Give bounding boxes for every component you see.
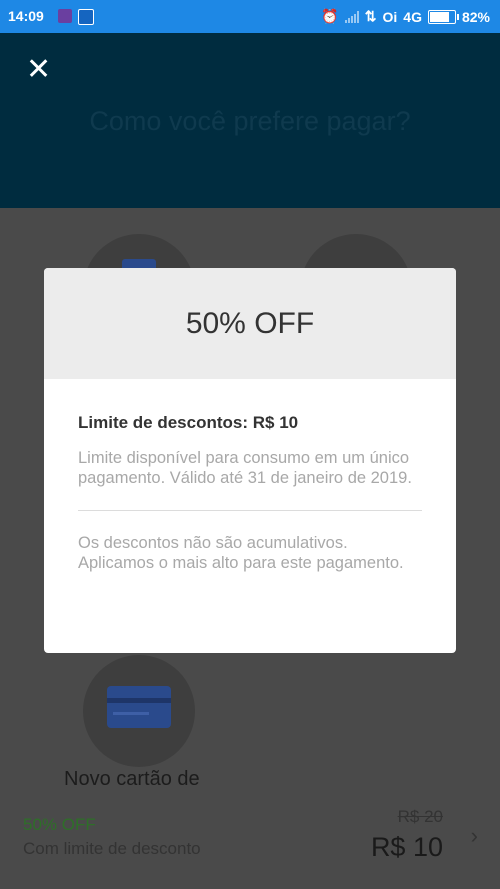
- clock: 14:09: [8, 8, 44, 24]
- modal-title: 50% OFF: [185, 306, 315, 340]
- alarm-icon: ⏰: [321, 8, 339, 24]
- new-card-label: Novo cartão de: [64, 768, 200, 790]
- discount-limit-title: Limite de descontos: R$ 10: [78, 413, 299, 432]
- divider: [78, 510, 422, 511]
- network-type: 4G: [403, 8, 422, 25]
- discount-label: 50% OFF: [23, 815, 96, 834]
- modal-header: 50% OFF: [44, 268, 456, 379]
- message-notification-icon: [78, 9, 94, 25]
- battery-icon: [427, 9, 459, 24]
- close-icon[interactable]: ✕: [26, 55, 51, 85]
- credit-card-icon: [107, 686, 171, 728]
- page-title: Como você prefere pagar?: [89, 106, 411, 136]
- modal-body: Limite de descontos: R$ 10 Limite dispon…: [44, 379, 456, 573]
- discount-limit-description: Limite disponível para consumo em um úni…: [78, 449, 412, 487]
- old-price: R$ 20: [397, 807, 443, 826]
- data-transfer-icon: ⇅: [364, 8, 377, 24]
- battery-percent: 82%: [461, 8, 490, 25]
- status-bar: 14:09 ⏰ ⇅ Oi 4G 82%: [0, 0, 500, 33]
- signal-icon: [344, 10, 359, 23]
- page-header: ✕ Como você prefere pagar?: [0, 33, 500, 208]
- discount-notice: Os descontos não são acumulativos. Aplic…: [78, 534, 404, 572]
- chevron-right-icon[interactable]: ›: [471, 823, 478, 849]
- carrier-name: Oi: [382, 8, 398, 25]
- discount-note: Com limite de desconto: [23, 839, 201, 858]
- discount-modal: 50% OFF Limite de descontos: R$ 10 Limit…: [44, 268, 456, 653]
- app-notification-icon: [58, 9, 72, 23]
- payment-summary-bar[interactable]: 50% OFF Com limite de desconto R$ 20 R$ …: [0, 792, 500, 889]
- new-price: R$ 10: [370, 832, 443, 862]
